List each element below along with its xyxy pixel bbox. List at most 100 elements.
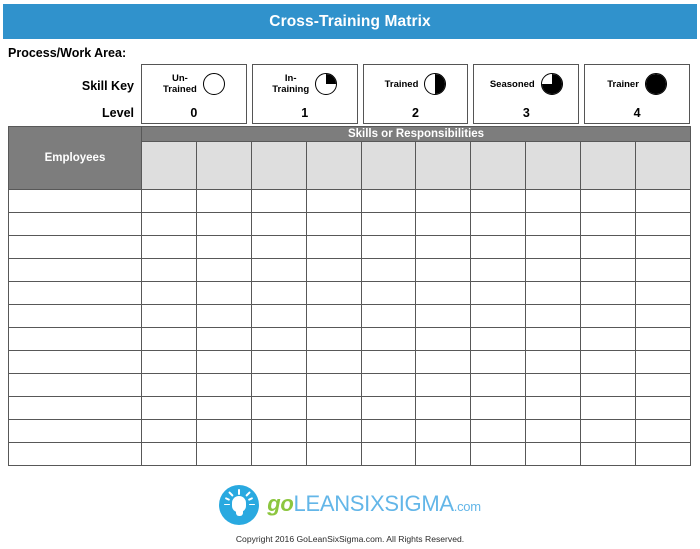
skill-rating-cell[interactable] [470, 327, 527, 351]
skill-rating-cell[interactable] [415, 212, 472, 236]
skill-rating-cell[interactable] [141, 350, 197, 374]
skill-rating-cell[interactable] [195, 419, 252, 443]
skill-column-header-9[interactable] [635, 141, 691, 190]
skill-rating-cell[interactable] [580, 442, 637, 466]
skill-column-header-2[interactable] [250, 141, 307, 190]
skill-rating-cell[interactable] [250, 235, 307, 259]
skill-rating-cell[interactable] [415, 281, 472, 305]
skill-rating-cell[interactable] [635, 189, 691, 213]
skill-rating-cell[interactable] [525, 212, 582, 236]
skill-rating-cell[interactable] [360, 281, 417, 305]
skill-rating-cell[interactable] [195, 258, 252, 282]
skill-rating-cell[interactable] [580, 258, 637, 282]
employee-name-cell[interactable] [8, 327, 142, 351]
skill-rating-cell[interactable] [470, 350, 527, 374]
skill-rating-cell[interactable] [415, 373, 472, 397]
employee-name-cell[interactable] [8, 212, 142, 236]
skill-column-header-1[interactable] [195, 141, 252, 190]
skill-rating-cell[interactable] [470, 212, 527, 236]
skill-rating-cell[interactable] [470, 258, 527, 282]
skill-rating-cell[interactable] [635, 281, 691, 305]
skill-rating-cell[interactable] [415, 442, 472, 466]
skill-rating-cell[interactable] [141, 442, 197, 466]
skill-column-header-4[interactable] [360, 141, 417, 190]
skill-column-header-3[interactable] [305, 141, 362, 190]
employee-name-cell[interactable] [8, 304, 142, 328]
skill-rating-cell[interactable] [305, 373, 362, 397]
skill-rating-cell[interactable] [141, 419, 197, 443]
skill-rating-cell[interactable] [580, 373, 637, 397]
skill-rating-cell[interactable] [635, 258, 691, 282]
skill-rating-cell[interactable] [635, 212, 691, 236]
skill-rating-cell[interactable] [360, 419, 417, 443]
skill-rating-cell[interactable] [525, 396, 582, 420]
skill-rating-cell[interactable] [360, 304, 417, 328]
skill-rating-cell[interactable] [195, 304, 252, 328]
skill-rating-cell[interactable] [360, 258, 417, 282]
skill-rating-cell[interactable] [250, 396, 307, 420]
skill-rating-cell[interactable] [525, 189, 582, 213]
skill-rating-cell[interactable] [470, 281, 527, 305]
skill-rating-cell[interactable] [580, 281, 637, 305]
skill-rating-cell[interactable] [415, 304, 472, 328]
skill-rating-cell[interactable] [360, 212, 417, 236]
skill-rating-cell[interactable] [525, 419, 582, 443]
skill-rating-cell[interactable] [470, 189, 527, 213]
skill-rating-cell[interactable] [635, 442, 691, 466]
skill-rating-cell[interactable] [580, 419, 637, 443]
skill-rating-cell[interactable] [195, 189, 252, 213]
skill-rating-cell[interactable] [525, 442, 582, 466]
skill-rating-cell[interactable] [305, 350, 362, 374]
skill-rating-cell[interactable] [635, 235, 691, 259]
skill-rating-cell[interactable] [470, 396, 527, 420]
skill-rating-cell[interactable] [360, 189, 417, 213]
skill-rating-cell[interactable] [141, 189, 197, 213]
employee-name-cell[interactable] [8, 258, 142, 282]
skill-rating-cell[interactable] [305, 304, 362, 328]
skill-rating-cell[interactable] [141, 304, 197, 328]
skill-rating-cell[interactable] [525, 281, 582, 305]
skill-rating-cell[interactable] [415, 396, 472, 420]
skill-rating-cell[interactable] [305, 258, 362, 282]
skill-rating-cell[interactable] [580, 212, 637, 236]
skill-rating-cell[interactable] [141, 396, 197, 420]
skill-rating-cell[interactable] [415, 327, 472, 351]
employee-name-cell[interactable] [8, 235, 142, 259]
skill-rating-cell[interactable] [141, 327, 197, 351]
skill-rating-cell[interactable] [415, 350, 472, 374]
skill-rating-cell[interactable] [360, 350, 417, 374]
employee-name-cell[interactable] [8, 281, 142, 305]
skill-rating-cell[interactable] [415, 419, 472, 443]
skill-rating-cell[interactable] [525, 304, 582, 328]
skill-rating-cell[interactable] [360, 442, 417, 466]
skill-rating-cell[interactable] [305, 396, 362, 420]
skill-column-header-7[interactable] [525, 141, 582, 190]
skill-rating-cell[interactable] [470, 419, 527, 443]
skill-column-header-0[interactable] [141, 141, 197, 190]
skill-rating-cell[interactable] [525, 327, 582, 351]
skill-rating-cell[interactable] [250, 281, 307, 305]
skill-rating-cell[interactable] [305, 281, 362, 305]
skill-rating-cell[interactable] [141, 258, 197, 282]
employee-name-cell[interactable] [8, 442, 142, 466]
skill-rating-cell[interactable] [305, 419, 362, 443]
skill-rating-cell[interactable] [250, 442, 307, 466]
skill-rating-cell[interactable] [250, 212, 307, 236]
skill-rating-cell[interactable] [525, 258, 582, 282]
employee-name-cell[interactable] [8, 396, 142, 420]
skill-rating-cell[interactable] [141, 281, 197, 305]
skill-column-header-8[interactable] [580, 141, 637, 190]
skill-rating-cell[interactable] [195, 442, 252, 466]
skill-rating-cell[interactable] [250, 373, 307, 397]
skill-rating-cell[interactable] [195, 350, 252, 374]
skill-rating-cell[interactable] [360, 327, 417, 351]
skill-rating-cell[interactable] [195, 235, 252, 259]
skill-rating-cell[interactable] [635, 304, 691, 328]
skill-rating-cell[interactable] [415, 189, 472, 213]
skill-rating-cell[interactable] [635, 350, 691, 374]
skill-rating-cell[interactable] [580, 189, 637, 213]
brand-logo[interactable]: goLEANSIXSIGMA.com [0, 484, 700, 526]
skill-rating-cell[interactable] [635, 419, 691, 443]
skill-rating-cell[interactable] [305, 189, 362, 213]
skill-rating-cell[interactable] [415, 235, 472, 259]
